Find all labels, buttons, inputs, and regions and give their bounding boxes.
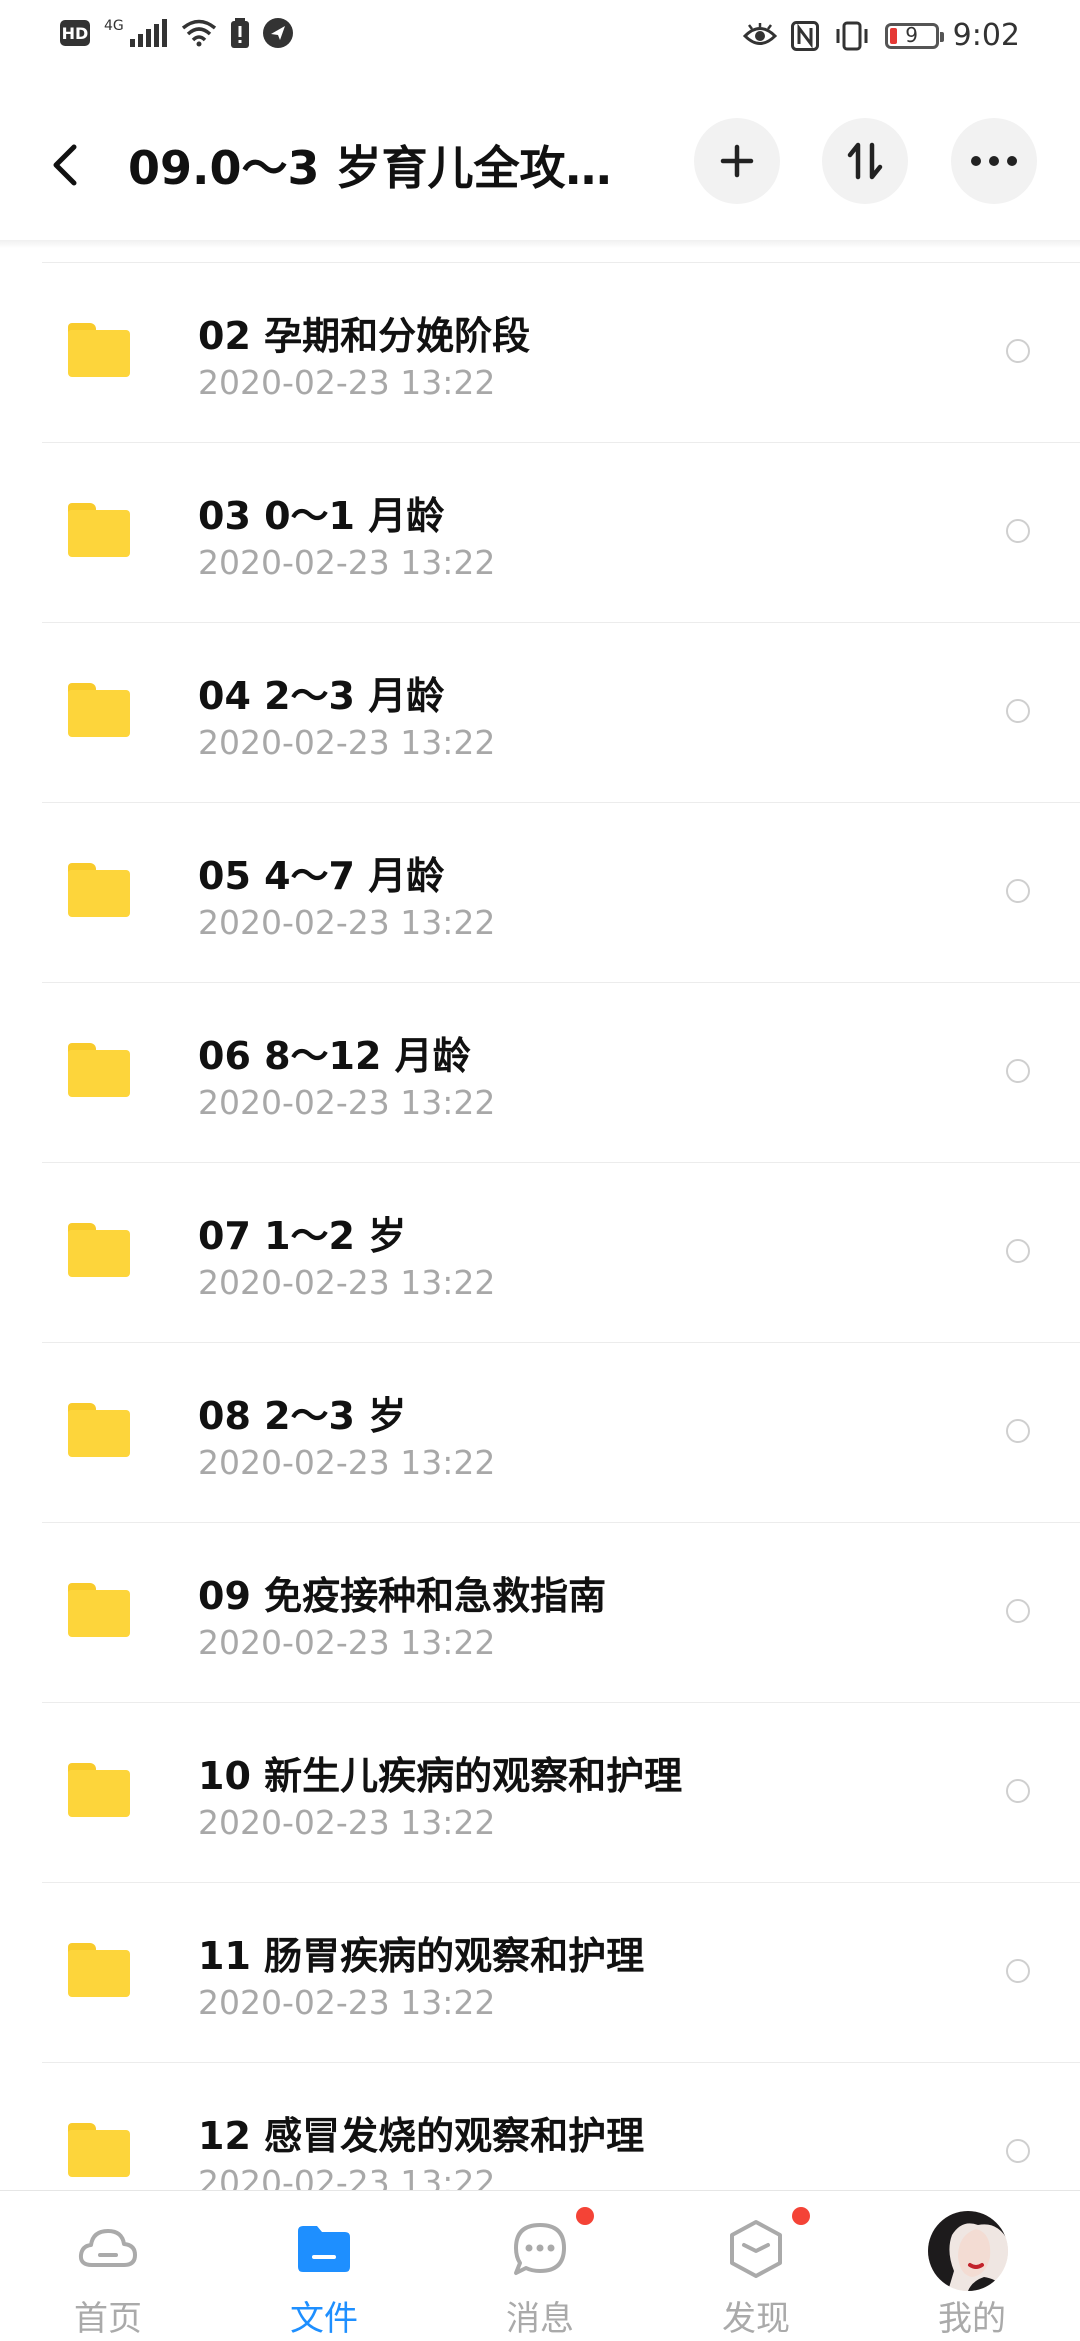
bottom-nav: 首页 文件 消息 发现 我的 (0, 2190, 1080, 2341)
file-name: 02 孕期和分娩阶段 (198, 314, 531, 358)
folder-icon (68, 1763, 130, 1817)
folder-icon (68, 1223, 130, 1277)
file-name: 03 0～1 月龄 (198, 494, 445, 538)
list-item[interactable]: 03 0～1 月龄 2020-02-23 13:22 (42, 442, 1080, 622)
nav-files-label: 文件 (290, 2299, 358, 2339)
add-button[interactable] (694, 118, 780, 204)
file-date: 2020-02-23 13:22 (198, 1083, 496, 1122)
nav-messages[interactable]: 消息 (432, 2191, 648, 2341)
file-date: 2020-02-23 13:22 (198, 1803, 496, 1842)
list-item[interactable]: 05 4～7 月龄 2020-02-23 13:22 (42, 802, 1080, 982)
select-checkbox[interactable] (1006, 2139, 1030, 2163)
select-checkbox[interactable] (1006, 519, 1030, 543)
file-list: 02 孕期和分娩阶段 2020-02-23 13:22 03 0～1 月龄 20… (0, 262, 1080, 2242)
more-button[interactable] (951, 118, 1037, 204)
status-bar: HD 4G 9 9:02 (0, 0, 1080, 80)
select-checkbox[interactable] (1006, 1599, 1030, 1623)
list-item[interactable]: 11 肠胃疾病的观察和护理 2020-02-23 13:22 (42, 1882, 1080, 2062)
chat-icon (514, 2223, 566, 2275)
file-name: 06 8～12 月龄 (198, 1034, 471, 1078)
file-date: 2020-02-23 13:22 (198, 903, 496, 942)
select-checkbox[interactable] (1006, 1059, 1030, 1083)
list-item[interactable]: 09 免疫接种和急救指南 2020-02-23 13:22 (42, 1522, 1080, 1702)
network-type: 4G (104, 18, 124, 34)
eye-icon (742, 22, 777, 45)
file-name: 05 4～7 月龄 (198, 854, 445, 898)
select-checkbox[interactable] (1006, 1419, 1030, 1443)
folder-icon (68, 503, 130, 557)
notification-dot (792, 2207, 810, 2225)
sort-icon (847, 142, 883, 180)
folder-icon (68, 1403, 130, 1457)
folder-icon (68, 683, 130, 737)
file-date: 2020-02-23 13:22 (198, 363, 496, 402)
battery-icon: 9 (884, 22, 944, 49)
file-date: 2020-02-23 13:22 (198, 1623, 496, 1662)
folder-icon (298, 2226, 350, 2272)
list-item[interactable]: 02 孕期和分娩阶段 2020-02-23 13:22 (42, 262, 1080, 442)
vibrate-icon (836, 21, 868, 50)
file-name: 07 1～2 岁 (198, 1214, 407, 1258)
nav-messages-label: 消息 (506, 2299, 574, 2339)
page-title: 09.0～3 岁育儿全攻… (128, 141, 612, 195)
battery-alert-icon (230, 18, 249, 48)
nav-discover-label: 发现 (722, 2299, 790, 2339)
select-checkbox[interactable] (1006, 879, 1030, 903)
file-name: 12 感冒发烧的观察和护理 (198, 2114, 645, 2158)
select-checkbox[interactable] (1006, 699, 1030, 723)
list-item[interactable]: 07 1～2 岁 2020-02-23 13:22 (42, 1162, 1080, 1342)
file-name: 11 肠胃疾病的观察和护理 (198, 1934, 645, 1978)
nav-home-label: 首页 (74, 2299, 142, 2339)
signal-icon (129, 19, 167, 47)
plus-icon (720, 144, 754, 178)
cloud-icon (78, 2229, 137, 2267)
file-date: 2020-02-23 13:22 (198, 723, 496, 762)
back-button[interactable] (50, 130, 100, 200)
notification-dot (576, 2207, 594, 2225)
hd-icon: HD (60, 20, 90, 46)
sort-button[interactable] (822, 118, 908, 204)
list-item[interactable]: 06 8～12 月龄 2020-02-23 13:22 (42, 982, 1080, 1162)
avatar (928, 2211, 1008, 2291)
cube-icon (730, 2220, 782, 2278)
nav-discover[interactable]: 发现 (648, 2191, 864, 2341)
wifi-icon (181, 19, 216, 47)
status-time: 9:02 (952, 18, 1020, 53)
file-name: 04 2～3 月龄 (198, 674, 445, 718)
list-item[interactable]: 08 2～3 岁 2020-02-23 13:22 (42, 1342, 1080, 1522)
nav-me-label: 我的 (938, 2299, 1006, 2339)
nav-me[interactable]: 我的 (864, 2191, 1080, 2341)
file-date: 2020-02-23 13:22 (198, 543, 496, 582)
file-name: 09 免疫接种和急救指南 (198, 1574, 607, 1618)
chevron-left-icon (53, 144, 77, 186)
select-checkbox[interactable] (1006, 339, 1030, 363)
folder-icon (68, 323, 130, 377)
more-icon (971, 156, 1017, 166)
list-item[interactable]: 10 新生儿疾病的观察和护理 2020-02-23 13:22 (42, 1702, 1080, 1882)
select-checkbox[interactable] (1006, 1959, 1030, 1983)
folder-icon (68, 1943, 130, 1997)
folder-icon (68, 863, 130, 917)
nav-files[interactable]: 文件 (216, 2191, 432, 2341)
nav-home[interactable]: 首页 (0, 2191, 216, 2341)
file-name: 08 2～3 岁 (198, 1394, 407, 1438)
folder-icon (68, 1583, 130, 1637)
header: 09.0～3 岁育儿全攻… (0, 90, 1080, 240)
file-name: 10 新生儿疾病的观察和护理 (198, 1754, 683, 1798)
select-checkbox[interactable] (1006, 1779, 1030, 1803)
file-date: 2020-02-23 13:22 (198, 1983, 496, 2022)
folder-icon (68, 1043, 130, 1097)
file-date: 2020-02-23 13:22 (198, 1443, 496, 1482)
file-date: 2020-02-23 13:22 (198, 1263, 496, 1302)
list-item[interactable]: 04 2～3 月龄 2020-02-23 13:22 (42, 622, 1080, 802)
nfc-icon (790, 20, 819, 51)
folder-icon (68, 2123, 130, 2177)
app-notification-icon (262, 18, 293, 48)
header-divider (0, 240, 1080, 248)
select-checkbox[interactable] (1006, 1239, 1030, 1263)
